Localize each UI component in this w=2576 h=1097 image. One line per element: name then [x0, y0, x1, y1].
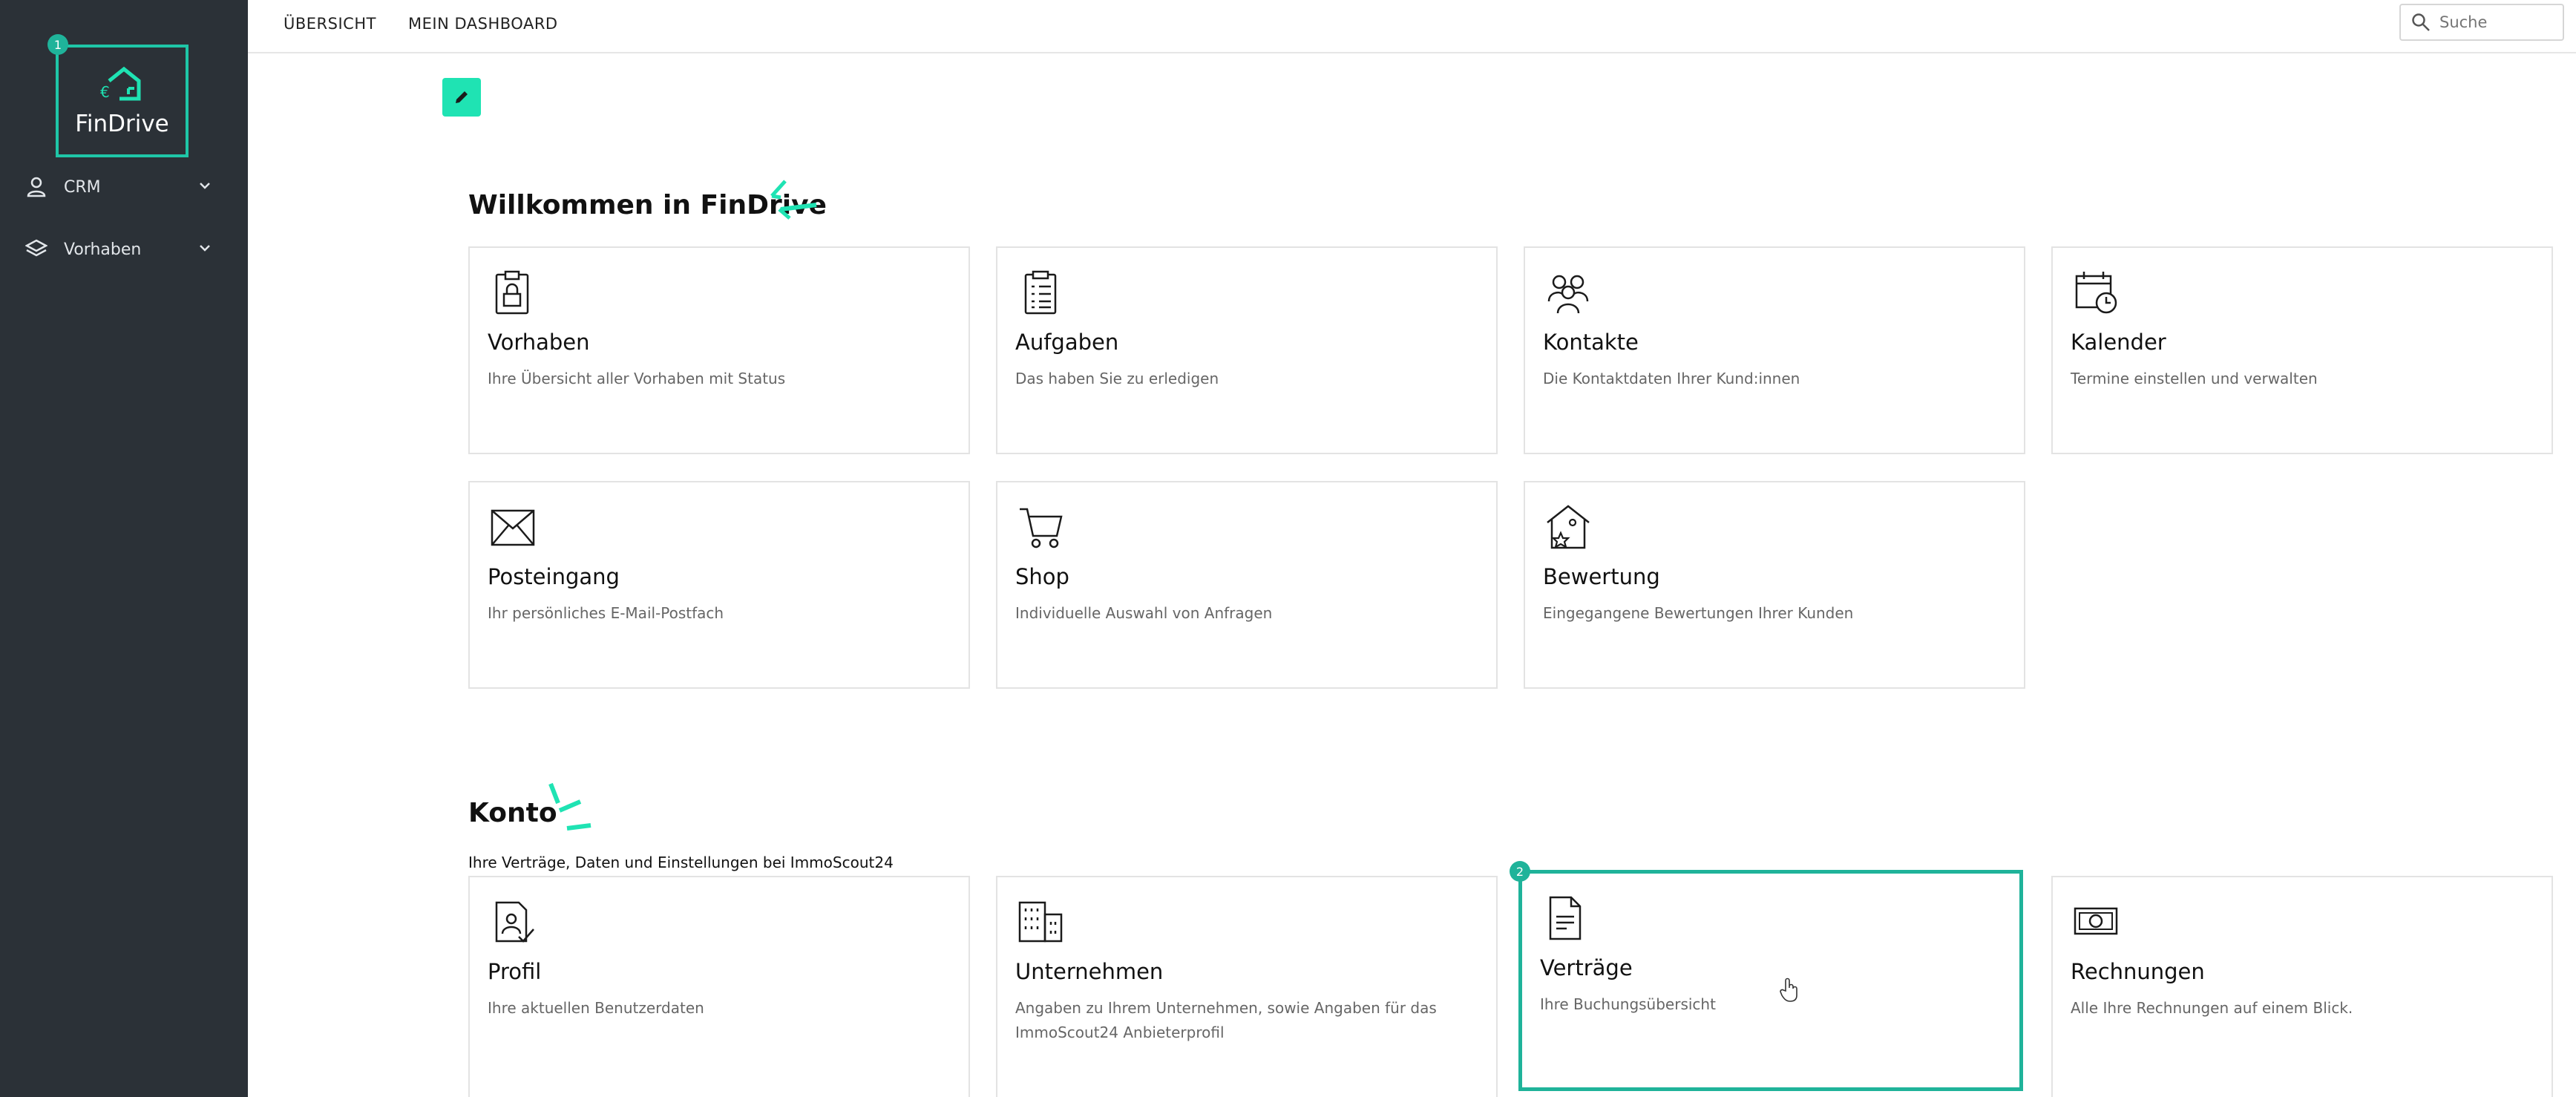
card-description: Das haben Sie zu erledigen [1015, 370, 1219, 387]
sparkle-icon [770, 180, 817, 220]
step-badge-2: 2 [1510, 861, 1530, 882]
tab-uebersicht[interactable]: ÜBERSICHT [284, 15, 376, 33]
chevron-down-icon[interactable] [197, 240, 212, 260]
tab-mein-dashboard[interactable]: MEIN DASHBOARD [408, 15, 558, 33]
calendar-clock-icon [2075, 272, 2117, 314]
card-description: Die Kontaktdaten Ihrer Kund:innen [1543, 370, 1800, 387]
sidebar-item-label: CRM [64, 177, 101, 197]
card-kalender[interactable]: Kalender Termine einstellen und verwalte… [2051, 246, 2553, 454]
chevron-down-icon[interactable] [197, 178, 212, 197]
house-euro-icon: € [100, 66, 140, 101]
step-badge-1: 1 [47, 34, 68, 55]
card-description: Ihre Buchungsübersicht [1540, 995, 1716, 1013]
card-aufgaben[interactable]: Aufgaben Das haben Sie zu erledigen [996, 246, 1498, 454]
konto-title: Konto [468, 798, 557, 828]
card-bewertung[interactable]: Bewertung Eingegangene Bewertungen Ihrer… [1524, 481, 2025, 689]
sidebar-item-crm[interactable]: CRM [0, 165, 248, 209]
envelope-icon [491, 509, 535, 546]
findrive-logo[interactable]: € FinDrive [56, 45, 189, 157]
card-description: Alle Ihre Rechnungen auf einem Blick. [2071, 999, 2353, 1017]
card-description: Individuelle Auswahl von Anfragen [1015, 604, 1273, 622]
edit-button[interactable] [442, 78, 481, 117]
card-profil[interactable]: Profil Ihre aktuellen Benutzerdaten [468, 876, 970, 1097]
card-vorhaben[interactable]: Vorhaben Ihre Übersicht aller Vorhaben m… [468, 246, 970, 454]
card-title: Profil [488, 959, 542, 984]
banknote-icon [2074, 907, 2118, 935]
card-vertraege[interactable]: Verträge Ihre Buchungsübersicht [1518, 870, 2023, 1091]
house-star-icon [1547, 505, 1590, 549]
sidebar-item-vorhaben[interactable]: Vorhaben [0, 227, 248, 272]
profile-doc-icon [495, 901, 534, 943]
card-title: Kalender [2071, 330, 2166, 355]
card-title: Rechnungen [2071, 959, 2205, 984]
card-title: Unternehmen [1015, 959, 1164, 984]
card-shop[interactable]: Shop Individuelle Auswahl von Anfragen [996, 481, 1498, 689]
card-title: Shop [1015, 564, 1069, 589]
search-box[interactable] [2399, 4, 2564, 41]
card-title: Aufgaben [1015, 330, 1119, 355]
card-description: Eingegangene Bewertungen Ihrer Kunden [1543, 604, 1854, 622]
building-icon [1018, 901, 1063, 943]
card-unternehmen[interactable]: Unternehmen Angaben zu Ihrem Unternehmen… [996, 876, 1498, 1097]
card-description: Ihre aktuellen Benutzerdaten [488, 999, 704, 1017]
document-icon [1549, 896, 1582, 940]
sparkle-icon [548, 782, 591, 831]
card-title: Bewertung [1543, 564, 1660, 589]
card-kontakte[interactable]: Kontakte Die Kontaktdaten Ihrer Kund:inn… [1524, 246, 2025, 454]
card-description: Ihre Übersicht aller Vorhaben mit Status [488, 370, 786, 387]
card-title: Vorhaben [488, 330, 590, 355]
sidebar: € FinDrive 1 CRM Vorhaben [0, 0, 248, 1097]
card-description: Ihr persönliches E-Mail-Postfach [488, 604, 724, 622]
card-title: Posteingang [488, 564, 620, 589]
clipboard-lock-icon [495, 270, 529, 315]
logo-text: FinDrive [75, 111, 169, 137]
svg-text:€: € [100, 83, 110, 101]
person-icon [24, 174, 49, 200]
card-title: Verträge [1540, 955, 1633, 980]
top-bar: ÜBERSICHT MEIN DASHBOARD [248, 0, 2576, 53]
people-icon [1547, 275, 1589, 314]
card-title: Kontakte [1543, 330, 1639, 355]
cart-icon [1020, 508, 1063, 548]
card-posteingang[interactable]: Posteingang Ihr persönliches E-Mail-Post… [468, 481, 970, 689]
konto-subtitle: Ihre Verträge, Daten und Einstellungen b… [468, 854, 894, 871]
card-description: Termine einstellen und verwalten [2071, 370, 2318, 387]
search-icon [2412, 13, 2430, 31]
hand-cursor-icon [1780, 978, 1797, 1002]
card-description: Angaben zu Ihrem Unternehmen, sowie Anga… [1015, 999, 1437, 1041]
search-input[interactable] [2439, 13, 2551, 31]
layers-icon [24, 237, 49, 262]
sidebar-item-label: Vorhaben [64, 240, 142, 259]
card-rechnungen[interactable]: Rechnungen Alle Ihre Rechnungen auf eine… [2051, 876, 2553, 1097]
pencil-icon [456, 91, 468, 103]
checklist-icon [1024, 270, 1057, 315]
